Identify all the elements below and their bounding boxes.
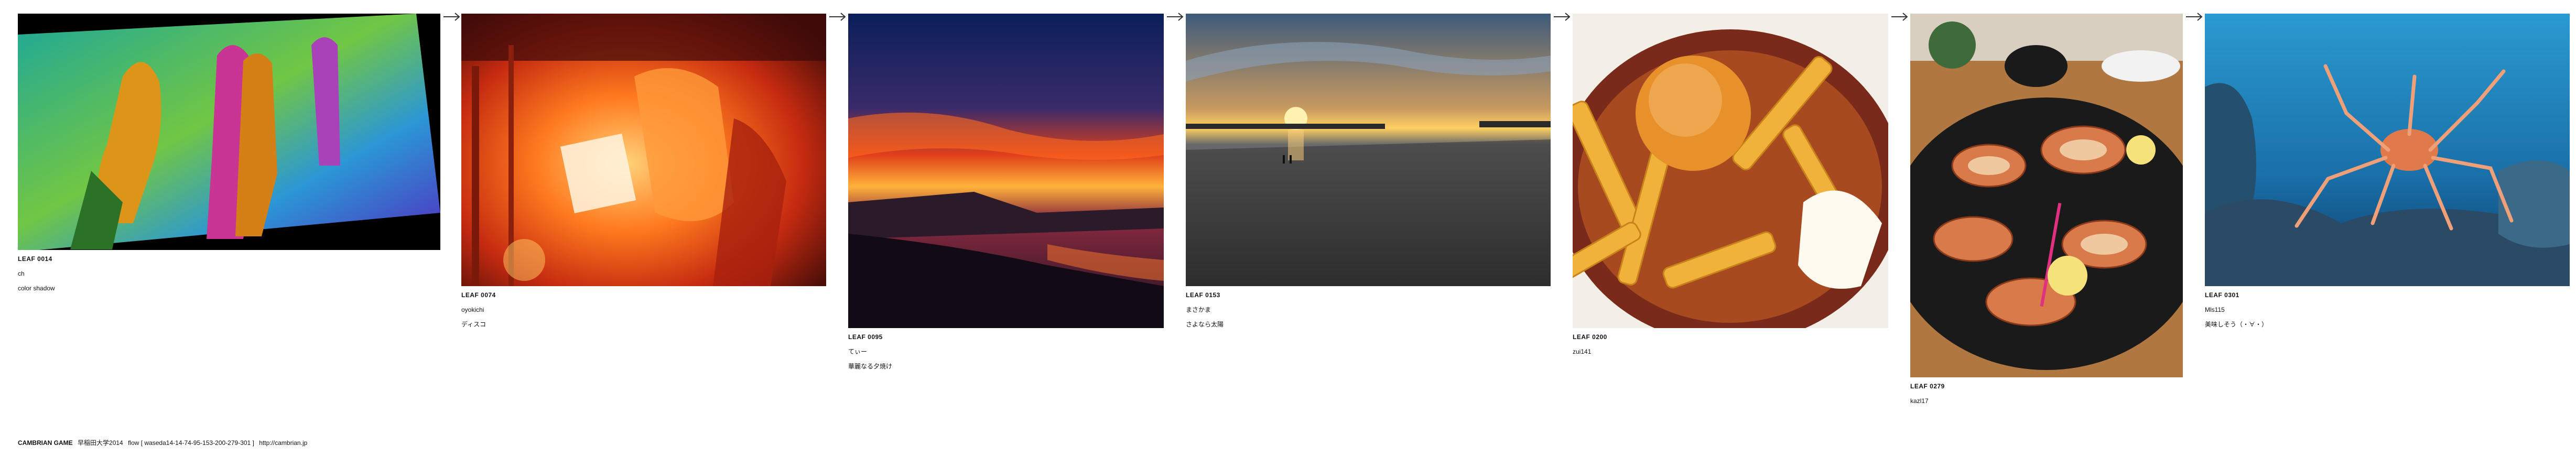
leaf-card-0014[interactable]: LEAF 0014 ch color shadow — [18, 14, 440, 299]
leaf-code: LEAF 0074 — [461, 291, 496, 299]
leaf-card-0074[interactable]: LEAF 0074 oyokichi ディスコ — [461, 14, 826, 335]
leaf-card-0095[interactable]: LEAF 0095 てぃー 華麗なる夕焼け — [848, 14, 1164, 377]
footer-subtitle: 早稲田大学2014 — [78, 439, 123, 447]
leaf-photo-0014[interactable] — [18, 14, 440, 250]
leaf-card-0200[interactable]: LEAF 0200 zui141 — [1573, 14, 1888, 363]
leaf-card-0279[interactable]: LEAF 0279 kazl17 — [1910, 14, 2183, 412]
footer-url-link[interactable]: http://cambrian.jp — [259, 439, 307, 447]
leaf-code: LEAF 0200 — [1573, 333, 1607, 341]
flow-arrow-icon — [1167, 13, 1184, 21]
leaf-code: LEAF 0301 — [2205, 291, 2239, 299]
leaf-photo-0200[interactable] — [1573, 14, 1888, 328]
leaf-user[interactable]: kazl17 — [1910, 397, 2183, 405]
leaf-code: LEAF 0095 — [848, 333, 883, 341]
leaf-photo-0095[interactable] — [848, 14, 1164, 328]
leaf-user[interactable]: Mls115 — [2205, 306, 2570, 313]
leaf-photo-0153[interactable] — [1186, 14, 1551, 286]
leaf-title: 華麗なる夕焼け — [848, 363, 893, 370]
leaf-code: LEAF 0153 — [1186, 291, 1220, 299]
flow-arrow-icon — [2186, 13, 2203, 21]
leaf-title: 美味しそう（・∀・） — [2205, 321, 2268, 328]
leaf-title: ディスコ — [461, 321, 486, 328]
flow-arrow-icon — [829, 13, 846, 21]
leaf-code: LEAF 0279 — [1910, 383, 1945, 390]
leaf-user[interactable]: zui141 — [1573, 348, 1888, 355]
leaf-flow-page: LEAF 0014 ch color shadow LEAF 0074 oyok… — [0, 0, 2576, 457]
leaf-user[interactable]: ch — [18, 270, 440, 277]
leaf-photo-0074[interactable] — [461, 14, 826, 286]
leaf-photo-0279[interactable] — [1910, 14, 2183, 377]
flow-arrow-icon — [1554, 13, 1571, 21]
leaf-photo-0301[interactable] — [2205, 14, 2570, 286]
flow-arrow-icon — [1891, 13, 1908, 21]
footer-flow: flow [ waseda14-14-74-95-153-200-279-301… — [128, 439, 254, 447]
leaf-user[interactable]: oyokichi — [461, 306, 826, 313]
leaf-card-0301[interactable]: LEAF 0301 Mls115 美味しそう（・∀・） — [2205, 14, 2570, 335]
leaf-user[interactable]: てぃー — [848, 348, 1164, 355]
footer-brand[interactable]: CAMBRIAN GAME — [18, 439, 73, 447]
leaf-card-0153[interactable]: LEAF 0153 まさかま さよなら太陽 — [1186, 14, 1551, 335]
leaf-code: LEAF 0014 — [18, 255, 52, 263]
leaf-title: color shadow — [18, 285, 55, 292]
footer: CAMBRIAN GAME 早稲田大学2014 flow [ waseda14-… — [18, 438, 310, 447]
flow-arrow-icon — [443, 13, 460, 21]
leaf-user[interactable]: まさかま — [1186, 306, 1551, 313]
leaf-title: さよなら太陽 — [1186, 321, 1224, 328]
